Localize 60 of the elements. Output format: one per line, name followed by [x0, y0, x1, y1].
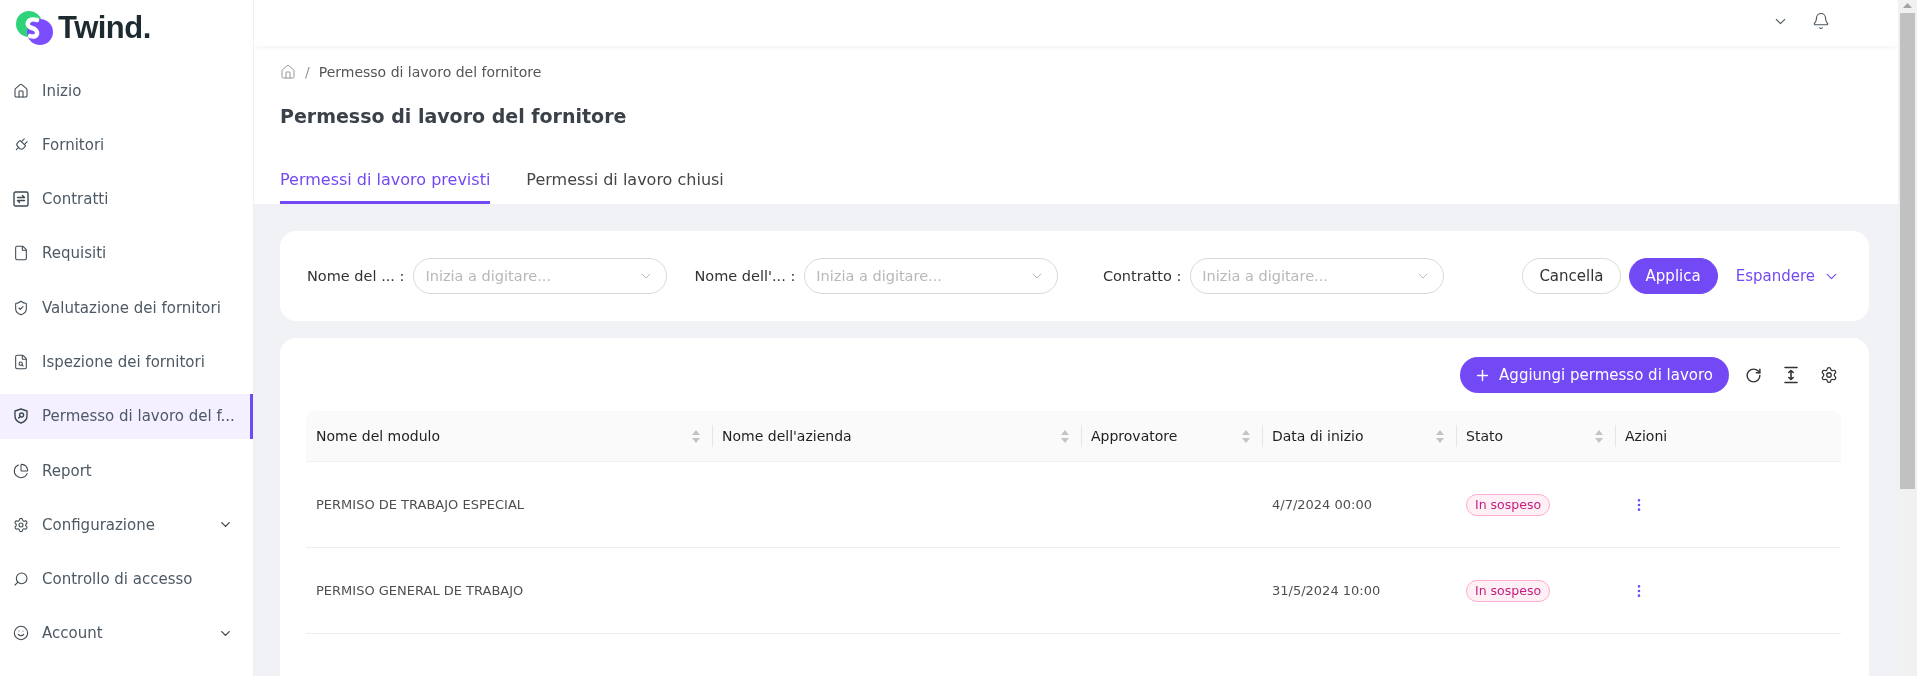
link-button[interactable]: Espandere [1725, 258, 1840, 294]
sidebar-item[interactable]: Inizio [0, 68, 253, 113]
table-cell: 31/5/2024 10:00 [1272, 583, 1381, 598]
magnifier-icon [13, 571, 29, 588]
sort-icon[interactable] [1061, 429, 1069, 443]
column-header: Nome dell'azienda [722, 428, 852, 444]
table-cell: PERMISO DE TRABAJO ESPECIAL [316, 497, 525, 512]
sort-icon[interactable] [1242, 429, 1250, 443]
scrollbar-thumb[interactable] [1900, 13, 1915, 489]
sidebar-item[interactable]: Permesso di lavoro del f... [0, 393, 253, 439]
file-search-icon [13, 354, 29, 370]
sidebar-item[interactable]: Valutazione dei fornitori [0, 285, 253, 331]
logo-icon [16, 11, 53, 45]
breadcrumb-item: Permesso di lavoro del fornitore [318, 64, 542, 80]
scrollbar[interactable] [1898, 0, 1917, 676]
tab[interactable]: Permessi di lavoro previsti [280, 157, 491, 204]
column-height-icon[interactable] [1782, 366, 1800, 384]
sort-icon[interactable] [692, 429, 700, 443]
pie-chart-icon [13, 462, 29, 479]
sidebar-item[interactable]: Configurazione [0, 502, 253, 548]
status-badge: In sospeso [1466, 493, 1551, 516]
column-header: Stato [1466, 428, 1503, 444]
page-title: Permesso di lavoro del fornitore [280, 104, 628, 129]
filter-label: Nome del ... : [307, 268, 405, 284]
outline-button[interactable]: Cancella [1522, 258, 1621, 294]
smiley-icon [13, 625, 29, 642]
column-header: Azioni [1625, 428, 1668, 444]
status-badge: In sospeso [1466, 579, 1551, 602]
table-cell: 4/7/2024 00:00 [1272, 497, 1372, 512]
sort-icon[interactable] [1595, 429, 1603, 443]
sidebar-item[interactable]: Ispezione dei fornitori [0, 339, 253, 385]
tab[interactable]: Permessi di lavoro chiusi [526, 157, 724, 204]
scroll-up-icon[interactable] [1903, 3, 1912, 8]
bell-icon[interactable] [1812, 12, 1830, 30]
table-cell: PERMISO GENERAL DE TRABAJO [316, 583, 524, 598]
refresh-icon[interactable] [1745, 366, 1762, 384]
column-header: Data di inizio [1272, 428, 1364, 444]
column-header: Nome del modulo [316, 428, 440, 444]
sidebar-item[interactable]: Account [0, 610, 253, 656]
column-header: Approvatore [1091, 428, 1178, 444]
sidebar-item[interactable]: Requisiti [0, 230, 253, 276]
shield-check-icon [13, 299, 29, 316]
add-button[interactable]: Aggiungi permesso di lavoro [1460, 357, 1729, 393]
sidebar-item[interactable]: Controllo di accesso [0, 556, 253, 602]
sort-icon[interactable] [1436, 429, 1444, 443]
home-icon [13, 82, 29, 99]
file-icon [13, 245, 29, 262]
settings-icon [13, 516, 29, 533]
home-icon[interactable] [280, 64, 296, 80]
sidebar-item[interactable]: Contratti [0, 176, 253, 222]
brand-name: Twind. [58, 11, 151, 45]
filter-label: Contratto : [1101, 268, 1182, 284]
shield-icon [13, 408, 29, 425]
filter-label: Nome dell'... : [694, 268, 796, 284]
sidebar-item[interactable]: Fornitori [0, 122, 253, 168]
primary-button[interactable]: Applica [1628, 258, 1718, 294]
exchange-square-icon [13, 191, 29, 208]
settings-icon[interactable] [1820, 366, 1838, 384]
sidebar-item[interactable]: Report [0, 448, 253, 494]
breadcrumb-separator: / [305, 64, 310, 80]
